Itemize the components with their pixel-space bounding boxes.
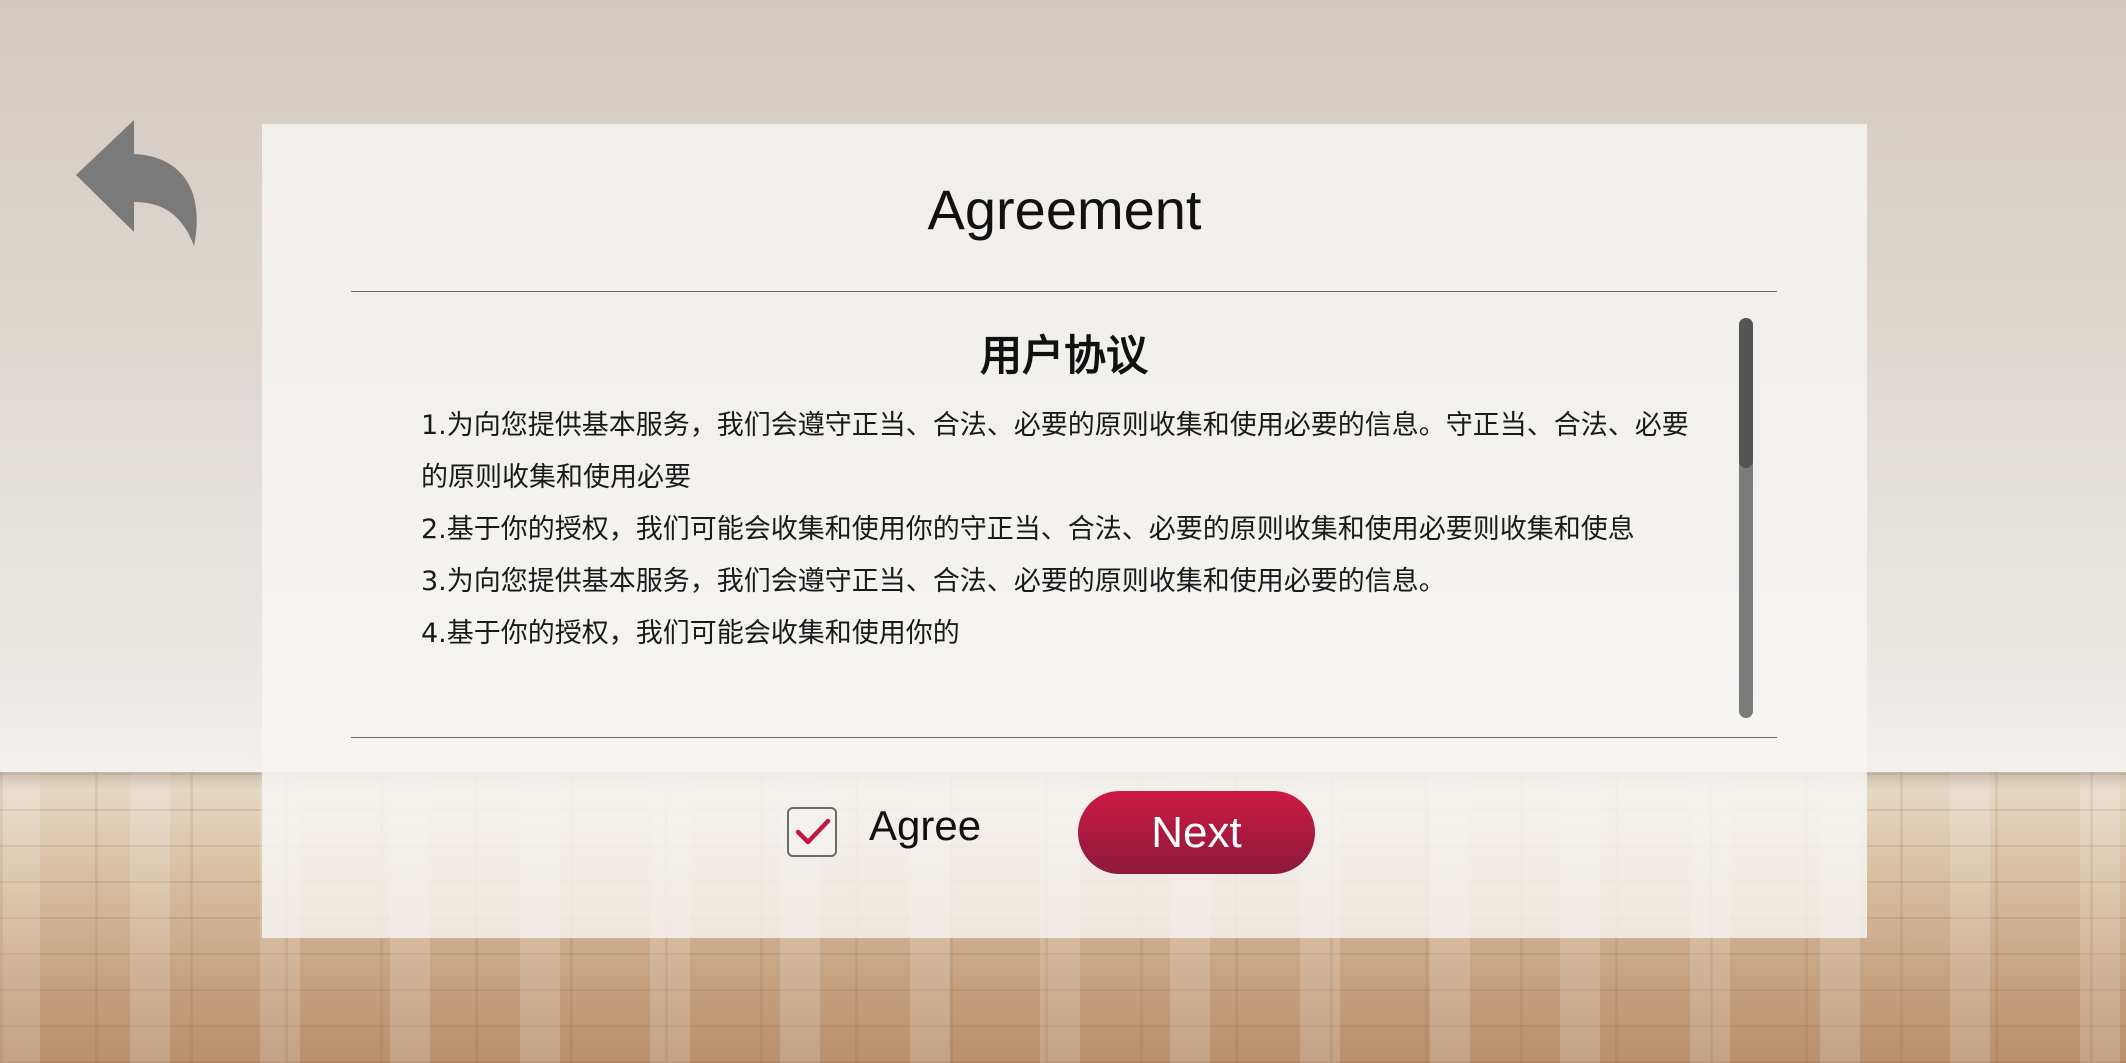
- agree-label[interactable]: Agree: [869, 798, 981, 854]
- back-arrow-icon: [76, 120, 197, 246]
- agreement-text: 1.为向您提供基本服务，我们会遵守正当、合法、必要的原则收集和使用必要的信息。守…: [421, 400, 1691, 660]
- agreement-heading: 用户协议: [979, 331, 1148, 380]
- divider-top: [351, 291, 1777, 292]
- scrollbar[interactable]: [1739, 318, 1753, 718]
- dialog-title: Agreement: [927, 178, 1202, 241]
- app-screen: Agreement 用户协议 1.为向您提供基本服务，我们会遵守正当、合法、必要…: [0, 0, 2126, 1063]
- agreement-paragraph: 4.基于你的授权，我们可能会收集和使用你的: [421, 618, 960, 649]
- back-button[interactable]: [76, 120, 204, 250]
- checkmark-icon: [795, 818, 831, 845]
- agreement-content[interactable]: 用户协议 1.为向您提供基本服务，我们会遵守正当、合法、必要的原则收集和使用必要…: [351, 300, 1777, 730]
- agreement-paragraph: 3.为向您提供基本服务，我们会遵守正当、合法、必要的原则收集和使用必要的信息。: [421, 566, 1446, 597]
- next-button[interactable]: Next: [1078, 791, 1315, 874]
- agreement-paragraph: 2.基于你的授权，我们可能会收集和使用你的守正当、合法、必要的原则收集和使用必要…: [421, 514, 1635, 545]
- scrollbar-thumb[interactable]: [1739, 318, 1753, 468]
- divider-bottom: [351, 737, 1777, 738]
- agree-checkbox[interactable]: [787, 807, 837, 857]
- agreement-paragraph: 1.为向您提供基本服务，我们会遵守正当、合法、必要的原则收集和使用必要的信息。守…: [421, 410, 1689, 493]
